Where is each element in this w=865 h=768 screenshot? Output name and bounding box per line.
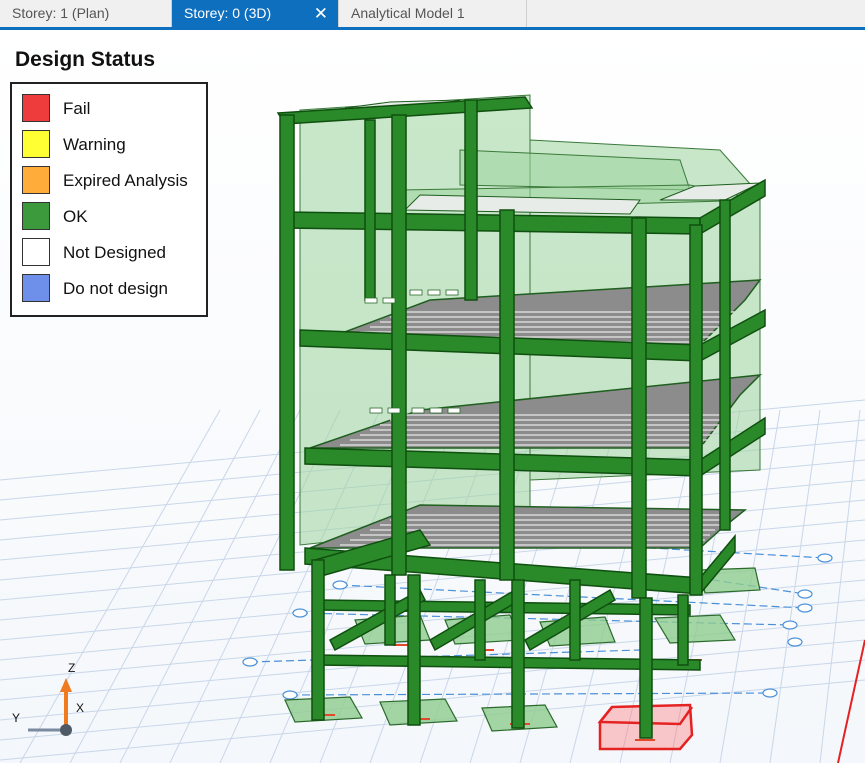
axis-x-label: X — [76, 701, 84, 715]
ok-swatch — [22, 202, 50, 230]
legend-label: Do not design — [63, 279, 168, 298]
legend-label: Fail — [63, 99, 91, 118]
design-status-legend: Fail Warning Expired Analysis OK Not Des… — [10, 82, 208, 317]
legend-label: OK — [63, 207, 88, 226]
tab-bar: Storey: 1 (Plan) Storey: 0 (3D) ✕ Analyt… — [0, 0, 865, 30]
tab-label: Storey: 0 (3D) — [184, 5, 272, 21]
tab-analytical-model-1[interactable]: Analytical Model 1 — [339, 0, 527, 27]
axis-y-label: Y — [12, 711, 20, 725]
close-icon[interactable]: ✕ — [314, 0, 328, 27]
do-not-design-swatch — [22, 274, 50, 302]
legend-label: Not Designed — [63, 243, 167, 262]
legend-label: Warning — [63, 135, 126, 154]
tab-storey-1-plan[interactable]: Storey: 1 (Plan) — [0, 0, 172, 27]
tab-label: Analytical Model 1 — [351, 5, 465, 21]
not-designed-swatch — [22, 238, 50, 266]
axis-z-label: Z — [68, 661, 75, 675]
tab-label: Storey: 1 (Plan) — [12, 5, 110, 21]
expired-analysis-swatch — [22, 166, 50, 194]
warning-swatch — [22, 130, 50, 158]
fail-swatch — [22, 94, 50, 122]
legend-label: Expired Analysis — [63, 171, 188, 190]
legend-title: Design Status — [15, 48, 156, 71]
tab-storey-0-3d[interactable]: Storey: 0 (3D) ✕ — [172, 0, 339, 27]
